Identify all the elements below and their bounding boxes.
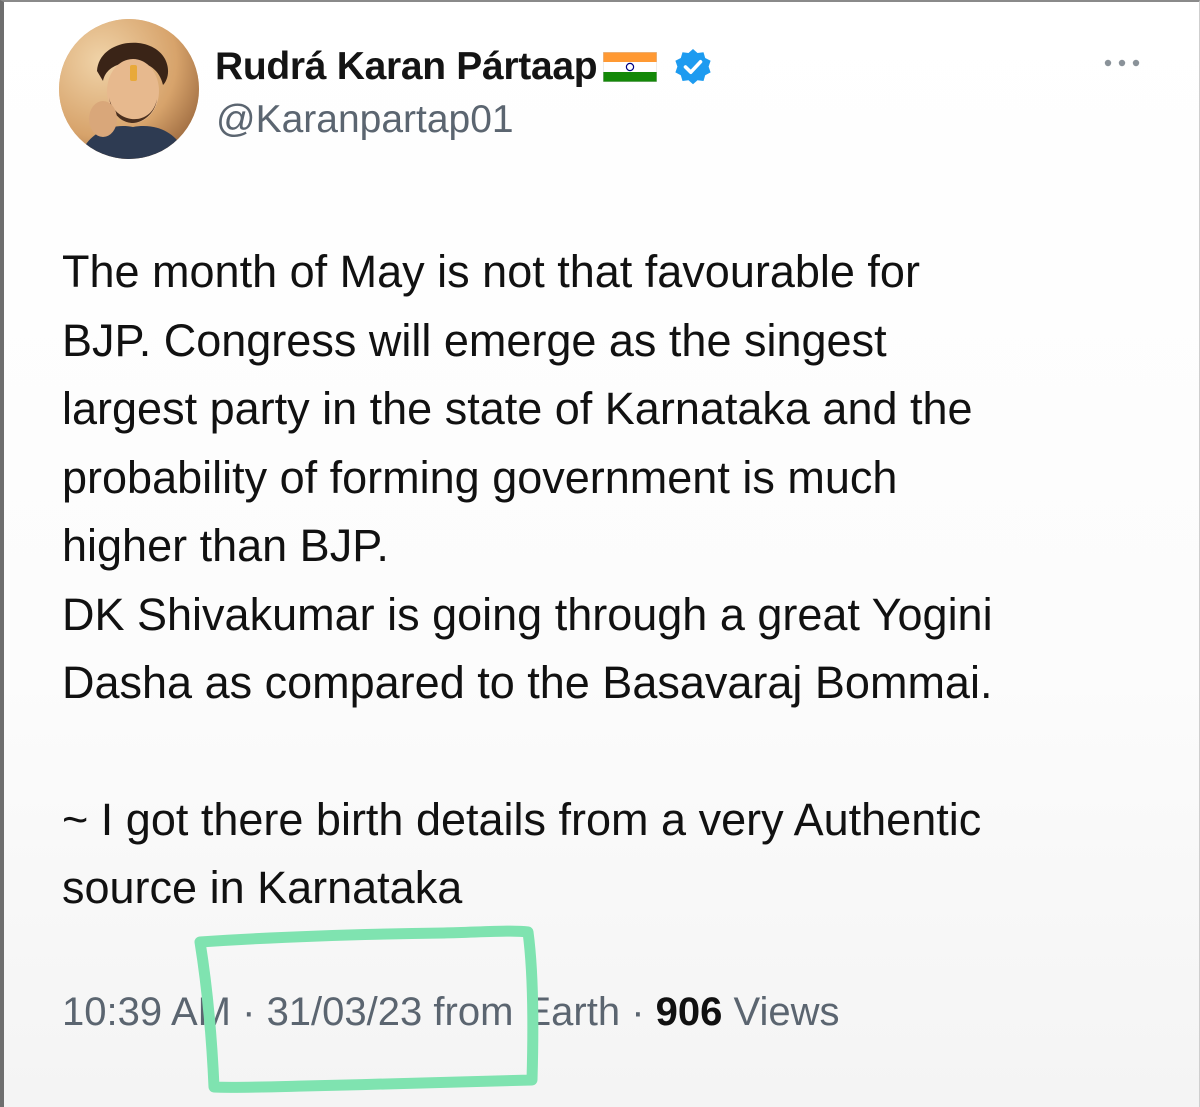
tweet-source: from Earth	[433, 990, 621, 1034]
tweet-time[interactable]: 10:39 AM	[62, 990, 231, 1034]
meta-separator: ·	[231, 990, 267, 1034]
tweet-text: The month of May is not that favourable …	[62, 238, 1162, 923]
author-handle[interactable]: @Karanpartap01	[216, 98, 514, 142]
tweet-paragraph: The month of May is not that favourable …	[62, 246, 993, 708]
tweet-date[interactable]: 31/03/23	[267, 990, 423, 1034]
avatar-image	[59, 19, 199, 159]
views-label: Views	[733, 990, 840, 1034]
author-avatar[interactable]	[59, 19, 199, 159]
india-flag-icon	[602, 51, 658, 83]
verified-badge-icon[interactable]	[673, 47, 713, 87]
tweet-meta: 10:39 AM · 31/03/23 from Earth · 906 Vie…	[62, 990, 840, 1035]
views-count[interactable]: 906	[656, 990, 723, 1034]
more-options-icon[interactable]	[1102, 56, 1142, 70]
author-name-row: Rudrá Karan Pártaap	[215, 42, 713, 92]
meta-separator: ·	[620, 990, 656, 1034]
tweet-paragraph: ~ I got there birth details from a very …	[62, 793, 982, 914]
tweet-screenshot: Rudrá Karan Pártaap @Karanpartap01 The m…	[0, 0, 1200, 1107]
author-display-name[interactable]: Rudrá Karan Pártaap	[215, 45, 598, 89]
